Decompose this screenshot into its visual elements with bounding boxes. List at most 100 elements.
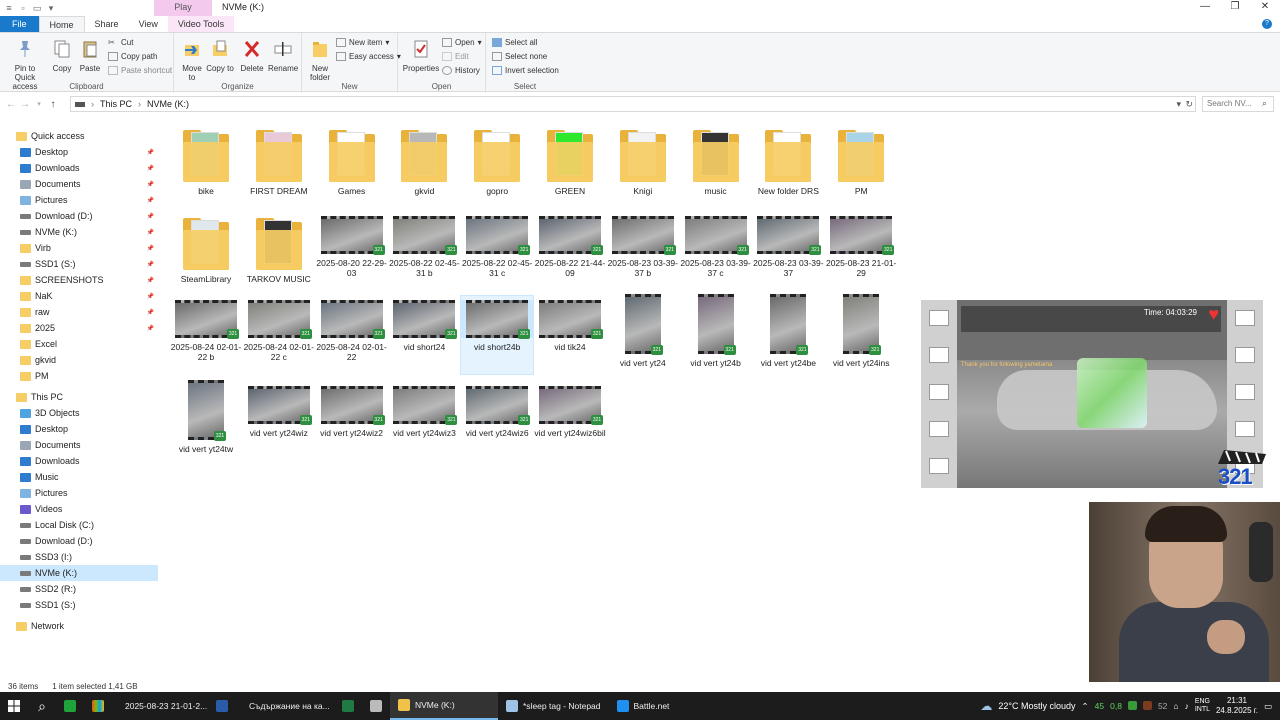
video-file-item[interactable]: 321 vid vert yt24wiz2	[316, 382, 388, 460]
nav-item-documents[interactable]: Documents 📌	[0, 176, 158, 192]
rename-button[interactable]: Rename	[268, 39, 298, 73]
chevron-down-icon[interactable]: ▾	[1176, 99, 1181, 110]
video-file-item[interactable]: 321 vid short24	[388, 296, 460, 374]
up-arrow-icon[interactable]: ↑	[46, 99, 60, 110]
tab-video-tools[interactable]: Video Tools	[167, 16, 235, 32]
copy-to-button[interactable]: Copy to	[206, 39, 234, 73]
close-button[interactable]: ✕	[1250, 0, 1280, 16]
paste-shortcut-button[interactable]: Paste shortcut	[108, 66, 172, 75]
select-none-button[interactable]: Select none	[492, 52, 547, 61]
folder-item[interactable]: PM	[825, 124, 897, 202]
video-file-item[interactable]: 321 2025-08-24 02-01-22 b	[170, 296, 242, 374]
pinned-app-green-icon[interactable]	[56, 692, 84, 720]
folder-small-icon[interactable]: ▭	[32, 3, 42, 13]
taskbar-photoshop-app[interactable]	[208, 692, 236, 720]
tray-app-icon[interactable]	[1142, 700, 1152, 712]
nav-item-downloads[interactable]: Downloads	[0, 453, 158, 469]
new-item-button[interactable]: New item ▾	[336, 38, 389, 47]
copy-button[interactable]: Copy	[50, 39, 74, 73]
nav-item-nak[interactable]: NaK 📌	[0, 288, 158, 304]
history-button[interactable]: History	[442, 66, 480, 75]
video-file-item[interactable]: 321 vid short24b	[460, 295, 535, 375]
start-windows-icon[interactable]	[0, 692, 28, 720]
refresh-icon[interactable]: ↻	[1185, 99, 1193, 110]
nav-item-ssd1-s[interactable]: SSD1 (S:) 📌	[0, 256, 158, 272]
nav-item-videos[interactable]: Videos	[0, 501, 158, 517]
nav-item-raw[interactable]: raw 📌	[0, 304, 158, 320]
new-folder-button[interactable]: New folder	[306, 39, 334, 82]
video-file-item[interactable]: 321 2025-08-23 21-01-29	[825, 212, 897, 290]
nav-item-network[interactable]: Network	[0, 618, 158, 634]
pin-icon[interactable]: 📌	[147, 261, 154, 268]
minimize-button[interactable]: —	[1190, 0, 1220, 16]
move-to-button[interactable]: Move to	[178, 39, 206, 82]
folder-item[interactable]: music	[680, 124, 752, 202]
delete-button[interactable]: Delete	[238, 39, 266, 73]
invert-selection-button[interactable]: Invert selection	[492, 66, 559, 75]
pin-icon[interactable]: 📌	[147, 309, 154, 316]
tray-app-icon[interactable]	[1127, 700, 1137, 712]
folder-item[interactable]: SteamLibrary	[170, 212, 242, 290]
cut-button[interactable]: ✂ Cut	[108, 38, 133, 47]
contextual-tab-play[interactable]: Play	[154, 0, 212, 16]
network-icon[interactable]: ⌂	[1173, 701, 1178, 711]
folder-item[interactable]: FIRST DREAM	[243, 124, 315, 202]
nav-item-download-d[interactable]: Download (D:) 📌	[0, 208, 158, 224]
video-file-item[interactable]: 321 vid vert yt24ins	[825, 294, 897, 374]
folder-item[interactable]: TARKOV MUSIC	[243, 212, 315, 290]
pin-icon[interactable]: 📌	[147, 197, 154, 204]
nav-item-ssd2-r[interactable]: SSD2 (R:)	[0, 581, 158, 597]
taskbar-obs-app[interactable]: 2025-08-23 21-01-2...	[112, 692, 208, 720]
volume-icon[interactable]: ♪	[1185, 701, 1189, 711]
weather-text[interactable]: 22°C Mostly cloudy	[998, 701, 1075, 711]
back-arrow-icon[interactable]: ←	[4, 99, 18, 110]
pin-icon[interactable]: 📌	[147, 165, 154, 172]
nav-item-quick-access[interactable]: Quick access	[0, 128, 158, 144]
folder-item[interactable]: Knigi	[607, 124, 679, 202]
easy-access-button[interactable]: Easy access ▾	[336, 52, 401, 61]
breadcrumb-nvme[interactable]: NVMe (K:)	[147, 99, 189, 109]
pin-icon[interactable]: 📌	[147, 213, 154, 220]
taskbar-notepad-app[interactable]: *sleep tag - Notepad	[498, 692, 609, 720]
folder-item[interactable]: GREEN	[534, 124, 606, 202]
properties-button[interactable]: Properties	[402, 39, 440, 73]
tab-home[interactable]: Home	[38, 16, 85, 32]
weather-icon[interactable]: ☁	[980, 699, 992, 713]
pin-icon[interactable]: 📌	[147, 277, 154, 284]
video-file-item[interactable]: 321 vid vert yt24tw	[170, 380, 242, 460]
tab-file[interactable]: File	[0, 16, 39, 32]
properties-icon[interactable]: ▫	[18, 3, 28, 13]
video-file-item[interactable]: 321 2025-08-22 21-44-09	[534, 212, 606, 290]
paste-button[interactable]: Paste	[78, 39, 102, 73]
language-indicator[interactable]: ENG INTL	[1195, 698, 1210, 714]
nav-item-music[interactable]: Music	[0, 469, 158, 485]
chevron-down-icon[interactable]: ▾	[32, 100, 46, 108]
search-icon[interactable]: ⌕	[1262, 98, 1267, 109]
pin-icon[interactable]: 📌	[147, 149, 154, 156]
help-icon[interactable]: ?	[1262, 19, 1272, 29]
tab-share[interactable]: Share	[85, 16, 129, 32]
chevron-down-icon[interactable]: ▾	[46, 3, 56, 13]
nav-item-pm[interactable]: PM	[0, 368, 158, 384]
folder-item[interactable]: bike	[170, 124, 242, 202]
pin-icon[interactable]: 📌	[147, 245, 154, 252]
maximize-button[interactable]: ❐	[1220, 0, 1250, 16]
pin-icon[interactable]: 📌	[147, 325, 154, 332]
tab-view[interactable]: View	[129, 16, 168, 32]
nav-item-desktop[interactable]: Desktop 📌	[0, 144, 158, 160]
nav-item-local-disk-c[interactable]: Local Disk (C:)	[0, 517, 158, 533]
video-file-item[interactable]: 321 2025-08-22 02-45-31 b	[388, 212, 460, 290]
nav-item-pictures[interactable]: Pictures	[0, 485, 158, 501]
folder-item[interactable]: gkvid	[388, 124, 460, 202]
video-file-item[interactable]: 321 2025-08-23 03-39-37 b	[607, 212, 679, 290]
video-file-item[interactable]: 321 2025-08-24 02-01-22	[316, 296, 388, 374]
pin-icon[interactable]: 📌	[147, 293, 154, 300]
nav-item-pictures[interactable]: Pictures 📌	[0, 192, 158, 208]
video-file-item[interactable]: 321 2025-08-22 02-45-31 c	[461, 212, 533, 290]
pin-icon[interactable]: 📌	[147, 181, 154, 188]
video-file-item[interactable]: 321 2025-08-23 03-39-37 c	[680, 212, 752, 290]
taskbar-battlenet-app[interactable]: Battle.net	[609, 692, 678, 720]
nav-item-documents[interactable]: Documents	[0, 437, 158, 453]
forward-arrow-icon[interactable]: →	[18, 99, 32, 110]
pinned-app-multicolor-icon[interactable]	[84, 692, 112, 720]
